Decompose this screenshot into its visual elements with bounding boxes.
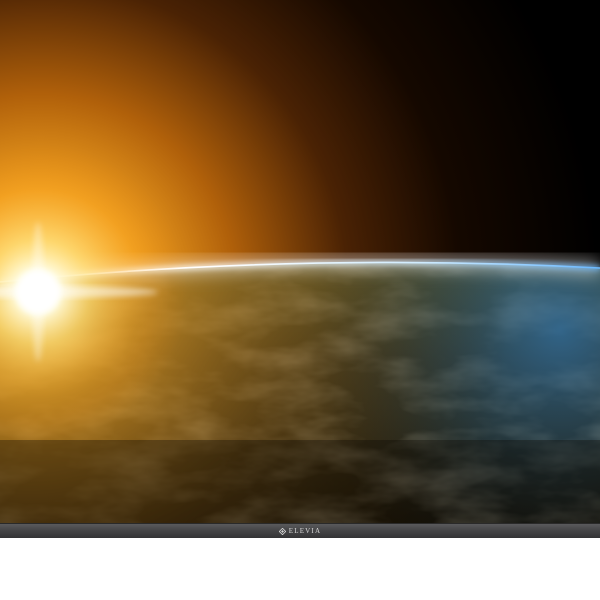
tv-screen: [0, 0, 600, 523]
background-area: [0, 538, 600, 600]
brand-badge: ELEVIA: [0, 524, 600, 539]
sunrise-earth-image: [0, 0, 600, 523]
tv-bottom-bezel: ELEVIA: [0, 523, 600, 538]
brand-name: ELEVIA: [288, 527, 322, 535]
television: ELEVIA: [0, 0, 600, 600]
sun-core: [16, 270, 60, 314]
diamond-logo-icon: [278, 528, 286, 535]
